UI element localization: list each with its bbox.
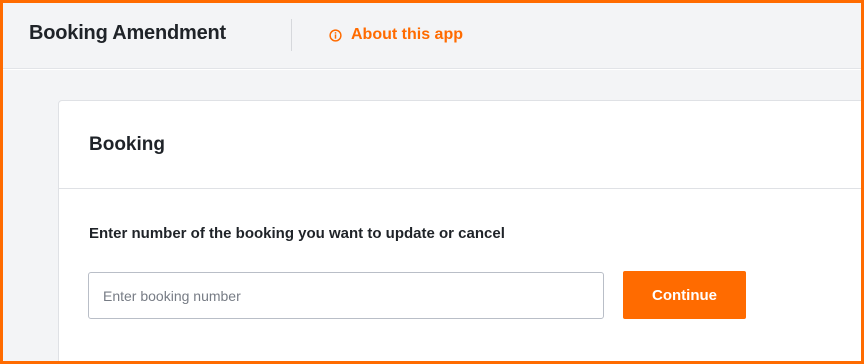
main-content: Booking Enter number of the booking you … [3,70,861,361]
card-title: Booking [89,134,165,155]
card-header: Booking [59,101,861,189]
top-bar: Booking Amendment About this app [3,3,861,69]
info-icon [329,28,342,42]
booking-instruction: Enter number of the booking you want to … [89,225,505,242]
about-link-label: About this app [351,26,463,43]
title-divider [291,19,292,51]
app-title: Booking Amendment [29,22,226,44]
booking-number-input[interactable] [88,272,604,319]
about-this-app-link[interactable]: About this app [329,26,463,44]
booking-card: Booking Enter number of the booking you … [58,100,861,361]
app-window: Booking Amendment About this app Booking… [3,3,861,361]
continue-button[interactable]: Continue [623,271,746,319]
